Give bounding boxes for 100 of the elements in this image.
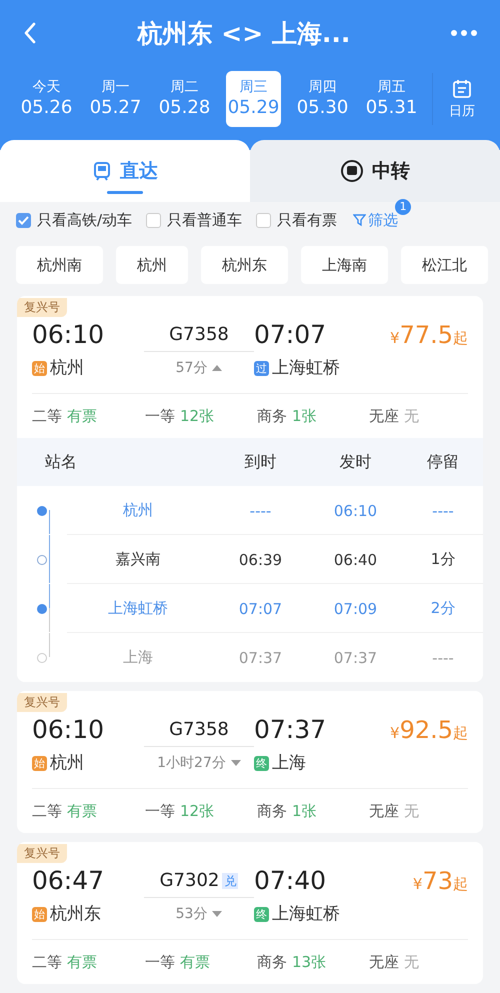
duration: 57分 — [176, 359, 208, 378]
origin-station: 杭州 — [50, 752, 84, 775]
station-chip[interactable]: 杭州南 — [16, 246, 103, 284]
arrival-time: 06:39 — [238, 550, 284, 568]
stop-name: 上海虹桥 — [107, 599, 169, 618]
train-number: G7302 — [160, 868, 220, 892]
train-type-badge: 复兴号 — [17, 298, 67, 317]
stop-name: 杭州 — [122, 501, 154, 520]
column-header: 发时 — [338, 452, 372, 472]
seat-class: 无座 — [369, 952, 399, 972]
origin-station: 杭州东 — [50, 903, 101, 926]
stop-duration: 1分 — [430, 550, 456, 569]
train-type-badge: 复兴号 — [17, 844, 67, 863]
seat-availability: 13张 — [292, 952, 326, 972]
checkbox[interactable] — [16, 212, 31, 228]
station-tag: 始 — [32, 756, 47, 770]
expand-icon[interactable] — [212, 910, 222, 918]
price: ¥73起 — [412, 867, 468, 895]
seat-availability: 有票 — [67, 406, 97, 426]
route-title: 杭州东 <> 上海... — [136, 18, 352, 50]
column-header: 到时 — [244, 452, 278, 472]
ticket-tag: 兑 — [222, 872, 238, 888]
seat-availability: 1张 — [292, 406, 317, 426]
station-chip[interactable]: 上海南 — [301, 246, 388, 284]
origin-station: 杭州 — [50, 357, 84, 380]
train-card[interactable]: 复兴号 06:47 G7302 兑 07:40 ¥73起 始 杭州东 53分 终 上海虹桥 二等 有票 一等 有票 商务 13张 无座 无 — [17, 842, 483, 984]
departure-time: 07:09 — [332, 600, 378, 618]
arrival-time: 07:07 — [254, 319, 328, 351]
seat-class: 一等 — [145, 802, 175, 820]
station-chip[interactable]: 杭州 — [116, 246, 188, 284]
destination-station: 上海虹桥 — [272, 903, 340, 926]
seat-availability: 有票 — [67, 952, 97, 972]
collapse-icon[interactable] — [212, 364, 222, 372]
seat-availability: 1张 — [292, 802, 317, 820]
seat-class: 无座 — [369, 802, 399, 820]
destination-station: 上海 — [272, 752, 306, 775]
station-tag: 过 — [254, 360, 269, 376]
column-header: 站名 — [45, 452, 78, 472]
train-type-badge: 复兴号 — [17, 693, 67, 712]
mode-tab[interactable]: 中转 — [250, 140, 500, 202]
departure-time: 07:37 — [332, 648, 378, 666]
arrival-time: 07:40 — [254, 865, 328, 897]
price: ¥92.5起 — [389, 716, 468, 744]
seat-availability: 12张 — [180, 406, 214, 426]
seat-availability: 无 — [404, 802, 419, 820]
arrival-time: 07:07 — [238, 600, 284, 618]
column-header: 停留 — [426, 452, 460, 472]
stop-dot — [37, 506, 47, 516]
back-icon[interactable] — [22, 21, 38, 45]
more-icon[interactable] — [450, 28, 478, 38]
seat-availability: 无 — [404, 406, 419, 426]
stop-duration: 2分 — [430, 599, 456, 618]
price: ¥77.5起 — [389, 321, 468, 349]
checkbox[interactable] — [256, 212, 272, 228]
train-card[interactable]: 复兴号 06:10 G7358 07:37 ¥92.5起 始 杭州 1小时27分 终 上海 二等 有票 一等 12张 商务 1张 无座 无 — [17, 691, 483, 833]
train-card[interactable]: 复兴号 06:10 G7358 07:07 ¥77.5起 始 杭州 57分 过 上海虹桥 二等 有票 一等 12张 商务 1张 无座 无 站名 到时 发时 停留 杭州 ---- 06:10 ---- 嘉兴南 06:39 06:40 1分 上海虹桥 07:07 07:09 2分 上海 07:37 07:37 ---- — [17, 296, 483, 682]
destination-station: 上海虹桥 — [272, 357, 340, 380]
seat-class: 商务 — [257, 952, 287, 972]
seat-availability: 有票 — [67, 802, 97, 820]
filter-label[interactable]: 只看高铁/动车 — [37, 210, 132, 230]
train-number: G7358 — [169, 718, 229, 742]
seat-class: 一等 — [145, 406, 175, 426]
station-tag: 终 — [254, 906, 269, 922]
duration: 53分 — [176, 905, 208, 924]
seat-class: 无座 — [369, 406, 399, 426]
arrival-time: 07:37 — [254, 714, 328, 746]
station-chip[interactable]: 松江北 — [401, 246, 488, 284]
filter-label[interactable]: 只看普通车 — [167, 210, 242, 230]
station-tag: 始 — [32, 360, 47, 376]
duration: 1小时27分 — [157, 754, 226, 773]
stop-duration: ---- — [431, 502, 455, 520]
stop-duration: ---- — [431, 648, 455, 666]
seat-class: 二等 — [32, 952, 62, 972]
departure-time: 06:10 — [332, 502, 378, 520]
station-tag: 终 — [254, 756, 269, 770]
stop-dot — [37, 604, 47, 614]
stop-dot — [37, 652, 47, 662]
seat-class: 一等 — [145, 952, 175, 972]
seat-class: 商务 — [257, 802, 287, 820]
station-chip[interactable]: 杭州东 — [201, 246, 288, 284]
seat-availability: 无 — [404, 952, 419, 972]
filter-label[interactable]: 只看有票 — [277, 210, 338, 230]
checkbox[interactable] — [146, 212, 162, 228]
train-number: G7358 — [169, 322, 229, 346]
seat-class: 商务 — [257, 406, 287, 426]
calendar-icon — [452, 78, 472, 98]
stop-dot — [37, 554, 47, 564]
arrival-time: 07:37 — [238, 648, 284, 666]
seat-class: 二等 — [32, 802, 62, 820]
funnel-icon — [353, 213, 366, 227]
stop-name: 上海 — [122, 648, 154, 667]
seat-availability: 有票 — [180, 952, 210, 972]
arrival-time: ---- — [248, 502, 272, 520]
seat-availability: 12张 — [180, 802, 214, 820]
expand-icon[interactable] — [230, 759, 241, 767]
departure-time: 06:47 — [32, 865, 106, 897]
departure-time: 06:10 — [32, 714, 106, 746]
station-tag: 始 — [32, 906, 47, 922]
stop-name: 嘉兴南 — [114, 550, 162, 569]
seat-class: 二等 — [32, 406, 62, 426]
